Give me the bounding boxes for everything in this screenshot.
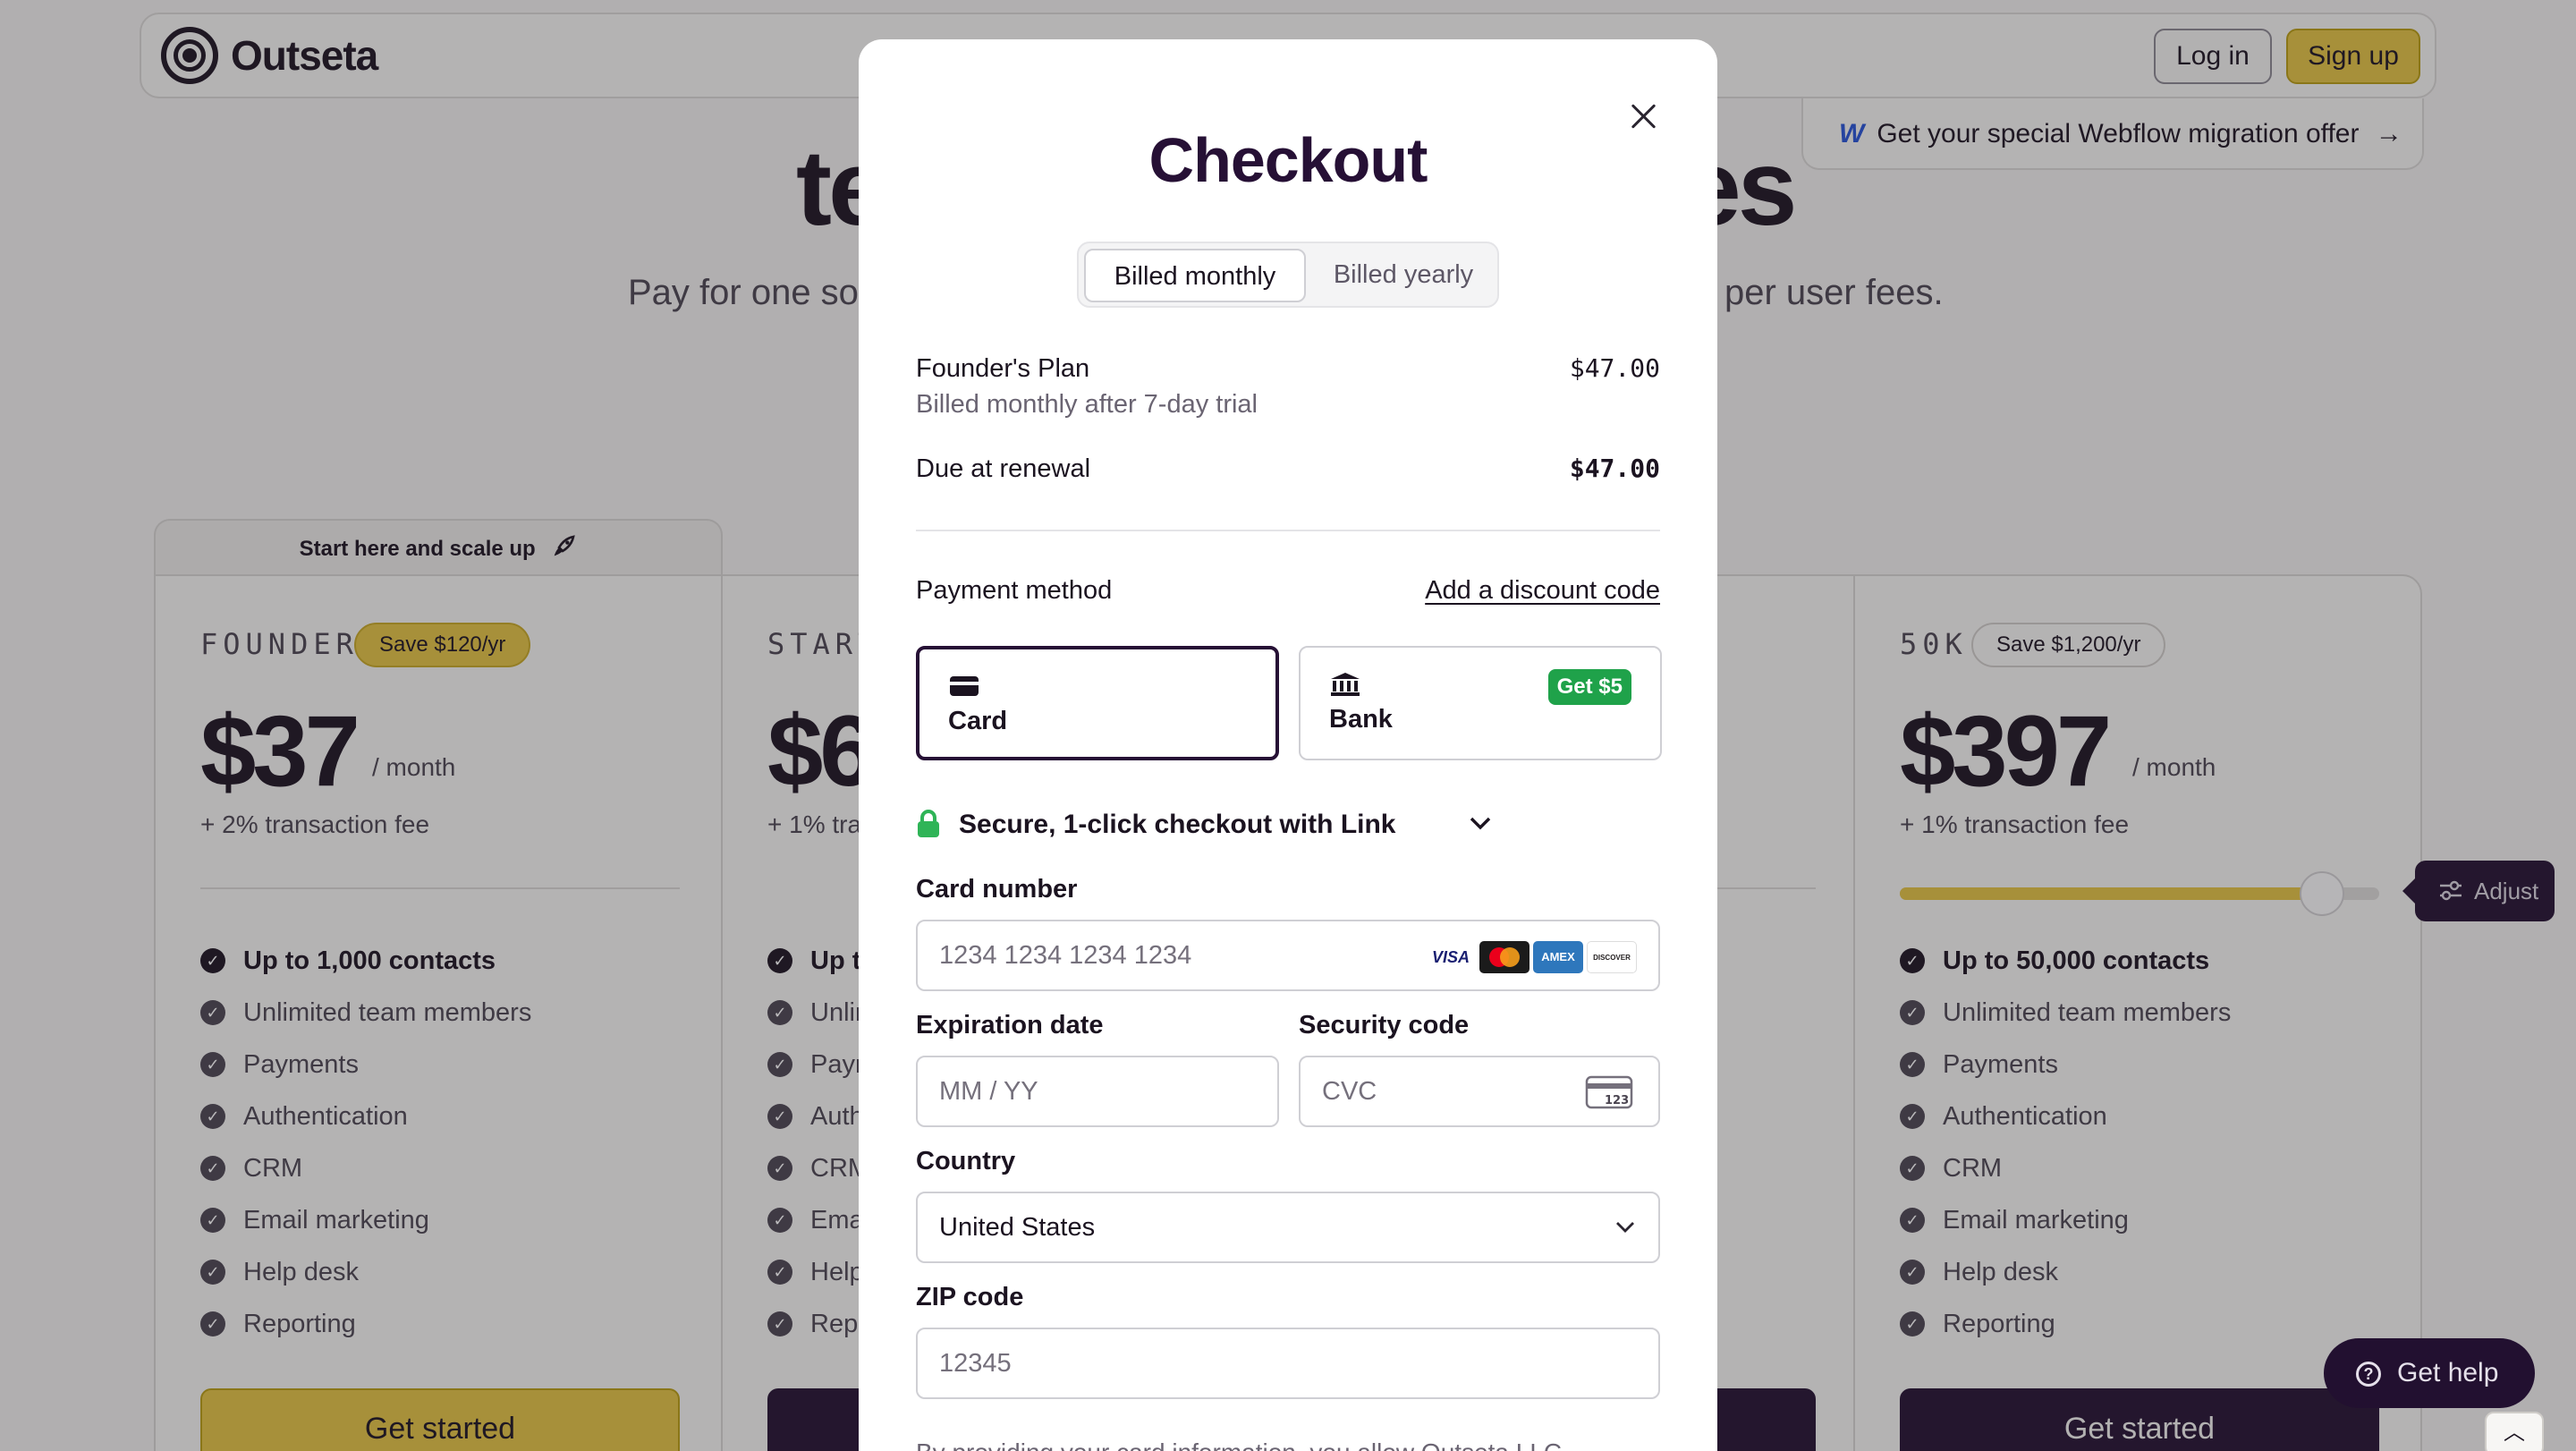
plan-price: $47.00 xyxy=(1569,353,1660,383)
get-help-button[interactable]: ? Get help xyxy=(2324,1338,2535,1408)
bank-option-label: Bank xyxy=(1329,705,1393,734)
due-at-renewal-label: Due at renewal xyxy=(916,454,1091,483)
card-authorization-disclaimer: By providing your card information, you … xyxy=(916,1435,1660,1451)
card-number-input[interactable] xyxy=(939,921,1404,989)
bank-icon xyxy=(1331,673,1360,696)
billed-yearly-option[interactable]: Billed yearly xyxy=(1313,249,1494,302)
help-icon: ? xyxy=(2356,1362,2381,1387)
payment-method-label: Payment method xyxy=(916,576,1113,605)
country-select[interactable]: United States xyxy=(916,1192,1660,1263)
mastercard-icon xyxy=(1479,941,1530,973)
visa-icon: VISA xyxy=(1426,941,1476,973)
zip-code-label: ZIP code xyxy=(916,1283,1024,1311)
lock-icon xyxy=(918,810,939,837)
payment-method-card[interactable]: Card xyxy=(916,646,1279,760)
billing-toggle: Billed monthly Billed yearly xyxy=(1077,242,1499,308)
amex-icon: AMEX xyxy=(1533,941,1583,973)
security-code-label: Security code xyxy=(1299,1011,1470,1039)
checkout-modal: Checkout Billed monthly Billed yearly Fo… xyxy=(859,39,1717,1451)
scroll-top-button[interactable]: ︿ xyxy=(2485,1412,2544,1451)
expiration-date-label: Expiration date xyxy=(916,1011,1104,1039)
card-number-field[interactable]: VISA AMEX DISCOVER xyxy=(916,920,1660,991)
security-code-input[interactable] xyxy=(1322,1057,1572,1125)
security-code-field[interactable]: 123 xyxy=(1299,1056,1660,1127)
payment-method-bank[interactable]: Bank Get $5 xyxy=(1299,646,1662,760)
billed-monthly-option[interactable]: Billed monthly xyxy=(1084,249,1306,302)
chevron-down-icon[interactable] xyxy=(1467,812,1494,834)
card-number-label: Card number xyxy=(916,875,1078,904)
card-option-label: Card xyxy=(948,707,1008,735)
help-label: Get help xyxy=(2397,1358,2499,1387)
zip-code-input[interactable] xyxy=(939,1329,1619,1397)
country-label: Country xyxy=(916,1147,1016,1175)
expiration-date-input[interactable] xyxy=(939,1057,1261,1125)
link-checkout-text: Secure, 1-click checkout with Link xyxy=(959,810,1396,839)
card-brands: VISA AMEX DISCOVER xyxy=(1426,941,1637,973)
credit-card-icon xyxy=(950,676,979,696)
discover-icon: DISCOVER xyxy=(1587,941,1637,973)
cvc-icon-digits: 123 xyxy=(1605,1094,1629,1107)
plan-name: Founder's Plan xyxy=(916,354,1090,383)
cvc-card-icon: 123 xyxy=(1585,1075,1633,1109)
chevron-up-icon: ︿ xyxy=(2504,1421,2525,1445)
modal-title: Checkout xyxy=(1148,125,1428,195)
bank-bonus-badge: Get $5 xyxy=(1547,669,1631,705)
expiration-date-field[interactable] xyxy=(916,1056,1279,1127)
add-discount-code-link[interactable]: Add a discount code xyxy=(1425,573,1660,608)
chevron-down-icon xyxy=(1616,1222,1634,1233)
plan-billing-note: Billed monthly after 7-day trial xyxy=(916,390,1258,419)
due-at-renewal-amount: $47.00 xyxy=(1569,454,1660,483)
country-selected-value: United States xyxy=(939,1213,1096,1242)
summary-divider xyxy=(916,530,1660,531)
zip-code-field[interactable] xyxy=(916,1328,1660,1399)
